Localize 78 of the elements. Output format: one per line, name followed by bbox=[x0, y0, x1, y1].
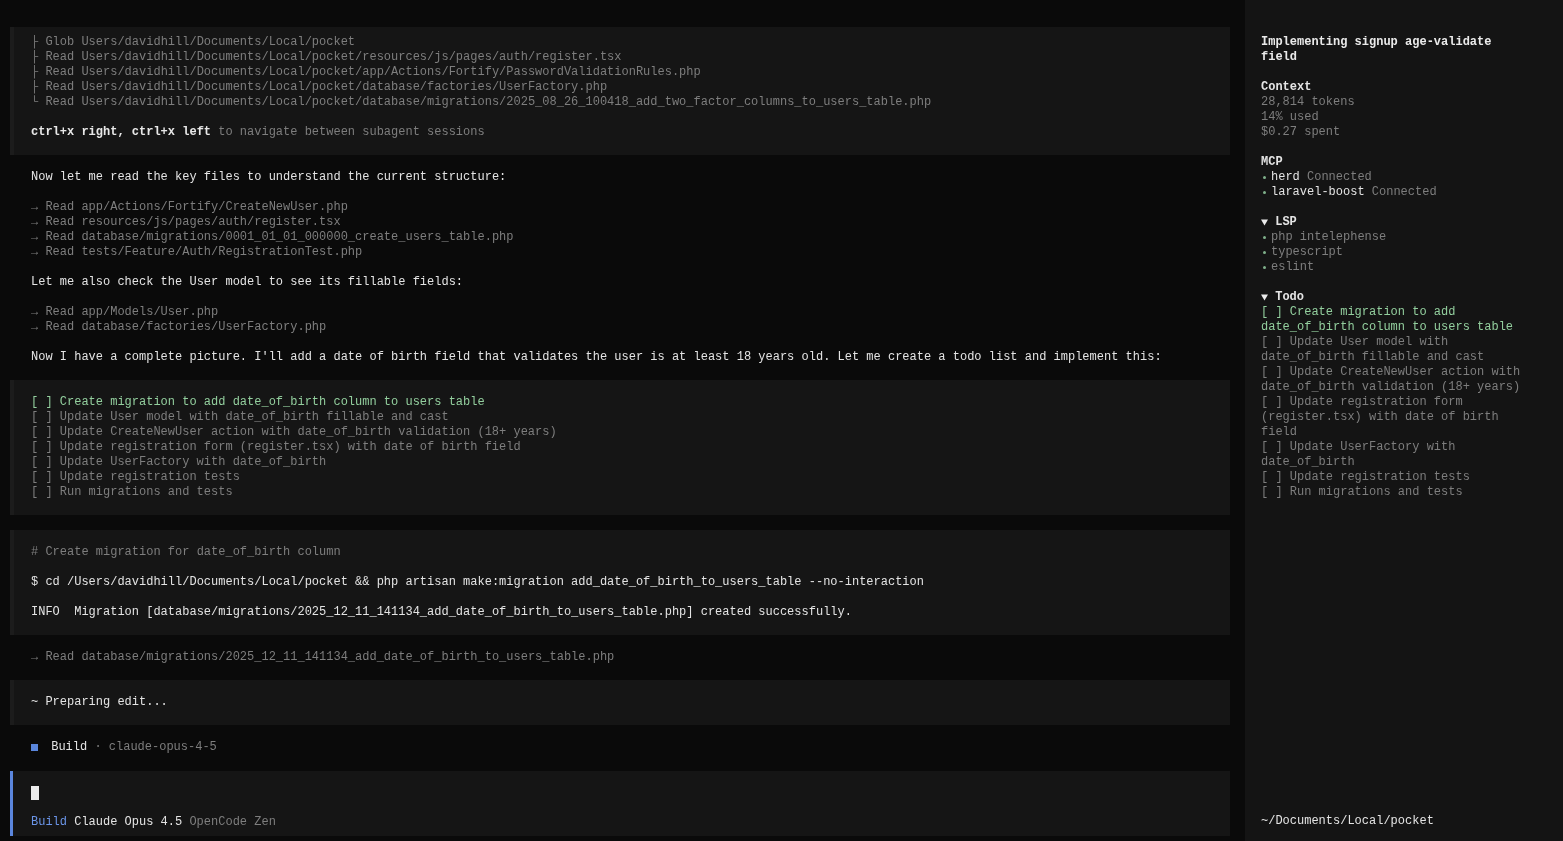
status-text: ~ Preparing edit... bbox=[31, 695, 169, 710]
tree-branch: ├ bbox=[31, 35, 39, 49]
context-stat: 28,814 tokens bbox=[1261, 95, 1356, 110]
separator-dot: · bbox=[94, 740, 102, 755]
command-output: INFO Migration [database/migrations/2025_12_11_141134_add_date_of_birth_to_users_table.php] created successfully. bbox=[31, 605, 853, 620]
section-heading: Context bbox=[1261, 80, 1313, 95]
tool-call-line: Glob Users/davidhill/Documents/Local/pocket bbox=[45, 35, 356, 49]
section-heading: Todo bbox=[1275, 290, 1304, 305]
project-path: ~/Documents/Local/pocket bbox=[1261, 814, 1435, 829]
checkbox-mark: [ ] bbox=[31, 425, 53, 440]
todo-item: Update registration form (register.tsx) with date of birth field bbox=[59, 440, 521, 455]
session-title: Implementing signup age-validate field bbox=[1261, 35, 1493, 65]
agent-mode: Build bbox=[31, 815, 67, 830]
todo-item: [ ] Update User model with date_of_birth fillable and cast bbox=[1261, 335, 1486, 365]
context-stat: $0.27 spent bbox=[1261, 125, 1342, 140]
tool-call-line: → Read database/factories/UserFactory.php bbox=[31, 320, 328, 335]
tool-call-line: → Read resources/js/pages/auth/register.tsx bbox=[31, 215, 342, 230]
checkbox-mark: [ ] bbox=[31, 455, 53, 470]
server-name: herd bbox=[1271, 170, 1300, 185]
server-name: laravel-boost bbox=[1271, 185, 1365, 200]
todo-item: [ ] Run migrations and tests bbox=[1261, 485, 1464, 500]
bullet-icon bbox=[1263, 251, 1266, 254]
todo-item: Run migrations and tests bbox=[59, 485, 233, 500]
assistant-message: Let me also check the User model to see its fillable fields: bbox=[30, 275, 465, 290]
todo-item: [ ] Update registration tests bbox=[1261, 470, 1471, 485]
tool-call-line: → Read database/migrations/2025_12_11_141134_add_date_of_birth_to_users_table.php bbox=[31, 650, 616, 665]
model-name: Claude Opus 4.5 bbox=[74, 815, 183, 830]
bullet-icon bbox=[1263, 191, 1266, 194]
section-heading: MCP bbox=[1261, 155, 1284, 170]
todo-item: Update registration tests bbox=[59, 470, 240, 485]
collapse-triangle-icon[interactable] bbox=[1261, 219, 1268, 226]
server-status: Connected bbox=[1307, 170, 1372, 185]
tool-call-line: Read Users/davidhill/Documents/Local/pocket/app/Actions/Fortify/PasswordValidationRules.php bbox=[45, 65, 701, 79]
section-heading: LSP bbox=[1275, 215, 1297, 230]
tool-call-line: Read Users/davidhill/Documents/Local/pocket/resources/js/pages/auth/register.tsx bbox=[45, 50, 622, 64]
command-comment: # Create migration for date_of_birth column bbox=[31, 545, 342, 560]
todo-item: [ ] Update CreateNewUser action with date_of_birth validation (18+ years) bbox=[1261, 365, 1522, 395]
todo-item: Create migration to add date_of_birth column to users table bbox=[59, 395, 485, 410]
assistant-message: Now let me read the key files to understand the current structure: bbox=[30, 170, 508, 185]
context-stat: 14% used bbox=[1261, 110, 1320, 125]
tree-branch: ├ bbox=[31, 80, 39, 94]
tool-call-line: Read Users/davidhill/Documents/Local/pocket/database/factories/UserFactory.php bbox=[45, 80, 608, 94]
todo-item: Update User model with date_of_birth fillable and cast bbox=[59, 410, 449, 425]
todo-item: [ ] Create migration to add date_of_birth column to users table bbox=[1261, 305, 1515, 335]
checkbox-mark: [ ] bbox=[31, 470, 53, 485]
bullet-icon bbox=[1263, 236, 1266, 239]
provider-name: OpenCode Zen bbox=[189, 815, 276, 830]
tree-branch: └ bbox=[31, 95, 39, 109]
checkbox-mark: [ ] bbox=[31, 410, 53, 425]
tree-branch: ├ bbox=[31, 50, 39, 64]
lsp-server: typescript bbox=[1271, 245, 1343, 260]
shell-command: $ cd /Users/davidhill/Documents/Local/pocket && php artisan make:migration add_date_of_birth_to_users_table --no-interaction bbox=[31, 575, 925, 590]
bullet-icon bbox=[1263, 176, 1266, 179]
lsp-server: eslint bbox=[1271, 260, 1315, 275]
agent-square-icon bbox=[31, 744, 38, 751]
checkbox-mark: [ ] bbox=[31, 485, 53, 500]
tool-call-line: → Read app/Models/User.php bbox=[31, 305, 220, 320]
assistant-message: Now I have a complete picture. I'll add a date of birth field that validates the user is at least 18 years old. Let me create a todo list and implement this: bbox=[30, 350, 1163, 365]
todo-item: [ ] Update UserFactory with date_of_birth bbox=[1261, 440, 1457, 470]
todo-item: Update UserFactory with date_of_birth bbox=[59, 455, 327, 470]
agent-mode: Build bbox=[51, 740, 88, 755]
tool-call-line: Read Users/davidhill/Documents/Local/pocket/database/migrations/2025_08_26_100418_add_two_factor_columns_to_users_table.php bbox=[45, 95, 932, 109]
navigation-hint: ctrl+x right, ctrl+x left to navigate between subagent sessions bbox=[31, 125, 486, 140]
todo-item: [ ] Update registration form (register.tsx) with date of birth field bbox=[1261, 395, 1500, 440]
tool-call-line: → Read app/Actions/Fortify/CreateNewUser.php bbox=[31, 200, 349, 215]
checkbox-mark: [ ] bbox=[31, 395, 53, 410]
tool-call-line: → Read database/migrations/0001_01_01_000000_create_users_table.php bbox=[31, 230, 515, 245]
collapse-triangle-icon[interactable] bbox=[1261, 294, 1268, 301]
todo-item: Update CreateNewUser action with date_of_birth validation (18+ years) bbox=[59, 425, 557, 440]
bullet-icon bbox=[1263, 266, 1266, 269]
server-status: Connected bbox=[1371, 185, 1437, 200]
model-name: claude-opus-4-5 bbox=[108, 740, 217, 755]
tree-branch: ├ bbox=[31, 65, 39, 79]
text-cursor bbox=[31, 786, 39, 800]
lsp-server: php intelephense bbox=[1271, 230, 1387, 245]
checkbox-mark: [ ] bbox=[31, 440, 53, 455]
tool-call-line: → Read tests/Feature/Auth/RegistrationTest.php bbox=[31, 245, 364, 260]
prompt-field[interactable]: Build Claude Opus 4.5 OpenCode Zen bbox=[10, 771, 1230, 836]
